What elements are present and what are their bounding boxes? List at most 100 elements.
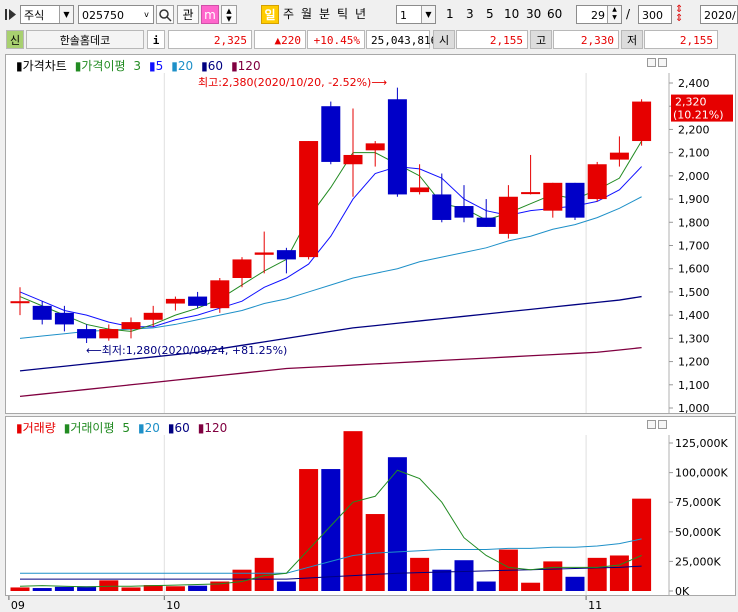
quick-interval-10[interactable]: 10 <box>504 5 520 24</box>
candle-down <box>188 296 208 306</box>
chart-menu-icon[interactable] <box>4 5 18 24</box>
volume-bar-down <box>32 588 52 591</box>
y-tick-label: 1,700 <box>678 240 710 253</box>
volume-chart-panel[interactable]: ▮거래량 ▮거래이평 5 ▮20 ▮60 ▮120 125,000K 100,000K 75… <box>5 416 736 596</box>
volume-bar-up <box>121 587 141 591</box>
low-note: ⟵최저:1,280(2020/09/24, +81.25%) <box>86 344 287 357</box>
candle-down <box>321 106 341 162</box>
y-tick-label: 1,800 <box>678 216 710 229</box>
updown-stepper[interactable]: ▲ ▼ <box>221 5 237 24</box>
quick-interval-3[interactable]: 3 <box>466 5 476 24</box>
high-price: 2,330 <box>553 30 619 49</box>
candle-down <box>387 99 407 195</box>
candle-up <box>232 259 252 278</box>
y-tick-label: 1,500 <box>678 286 710 299</box>
info-button[interactable]: i <box>147 30 165 49</box>
count-value: 29 <box>591 9 605 22</box>
last-price-label: 2,320 <box>675 96 707 109</box>
y-tick-label: 75,000K <box>675 496 721 509</box>
y-tick-label: 100,000K <box>675 467 728 480</box>
volume-bar-down <box>188 585 208 591</box>
quick-interval-60[interactable]: 60 <box>547 5 563 24</box>
change-percent: +10.45% <box>307 30 365 49</box>
interval-value: 1 <box>400 9 407 22</box>
date-input[interactable]: 2020/ <box>700 5 738 24</box>
volume-bar-down <box>565 576 585 591</box>
tab-month[interactable]: 월 <box>301 5 315 24</box>
market-select-value: 주식 <box>24 9 45 22</box>
volume-bar-up <box>299 469 319 591</box>
candle-up <box>365 143 385 151</box>
volume-bar-up <box>521 582 541 591</box>
tab-minute[interactable]: 분 <box>319 5 333 24</box>
search-button[interactable] <box>156 5 174 24</box>
y-tick-label: 125,000K <box>675 437 728 450</box>
candle-up <box>609 152 629 160</box>
volume-bar-down <box>276 581 296 591</box>
quick-interval-5[interactable]: 5 <box>486 5 496 24</box>
info-bar: 신 한솔홈데코 i 2,325 ▲220 +10.45% 25,043,816 … <box>0 30 738 50</box>
y-tick-label: 1,600 <box>678 263 710 276</box>
date-value: 2020/ <box>704 9 736 22</box>
market-select[interactable]: 주식 ▼ <box>20 5 74 24</box>
x-axis: 09 10 11 <box>8 596 602 612</box>
volume-bar-up <box>587 557 607 591</box>
price-change: ▲220 <box>254 30 306 49</box>
volume-bar-up <box>10 587 30 591</box>
volume-bar-down <box>432 569 452 591</box>
x-tick-label: 11 <box>588 599 602 612</box>
tab-day[interactable]: 일 <box>261 5 279 24</box>
ma20-line <box>19 196 642 339</box>
toolbar: 주식 ▼ 025750 v 관 m ▲ ▼ 일 주 월 분 틱 년 1 ▼ 1 3… <box>0 0 738 31</box>
quick-interval-1[interactable]: 1 <box>446 5 456 24</box>
candle-up <box>543 182 563 211</box>
volume-bar-down <box>321 469 341 591</box>
candle-up <box>10 301 30 304</box>
volume-bar-up <box>632 498 652 591</box>
candle-down <box>565 182 585 218</box>
y-tick-label: 1,200 <box>678 356 710 369</box>
y-tick-label: 1,900 <box>678 193 710 206</box>
favorite-button[interactable]: 관 <box>177 5 199 24</box>
candle-up <box>632 101 652 142</box>
volume-bar-down <box>54 586 74 591</box>
market-flag: 신 <box>6 30 24 49</box>
y-tick-label: 2,200 <box>678 123 710 136</box>
total-input[interactable]: 300 <box>638 5 672 24</box>
split-icon[interactable]: ⇕ ⇕ <box>675 5 689 24</box>
quick-interval-30[interactable]: 30 <box>526 5 542 24</box>
stock-code-value: 025750 <box>82 9 124 22</box>
interval-select[interactable]: 1 ▼ <box>396 5 436 24</box>
candle-up <box>587 164 607 200</box>
volume-bar-up <box>609 555 629 591</box>
trade-volume: 25,043,816 <box>366 30 437 49</box>
low-price: 2,155 <box>644 30 718 49</box>
stock-code-input[interactable]: 025750 v <box>78 5 154 24</box>
volume-bar-up <box>99 580 119 591</box>
count-input[interactable]: 29 ▲ ▼ <box>576 5 622 24</box>
y-tick-label: 2,400 <box>678 77 710 90</box>
search-icon <box>159 9 172 22</box>
tab-tick[interactable]: 틱 <box>337 5 351 24</box>
y-tick-label: 2,100 <box>678 147 710 160</box>
y-tick-label: 1,000 <box>678 402 710 413</box>
volume-bar-up <box>410 557 430 591</box>
x-tick-label: 10 <box>166 599 180 612</box>
volume-bar-down <box>454 560 474 591</box>
y-tick-label: 50,000K <box>675 526 721 539</box>
chevron-down-icon: ▼ <box>59 6 73 23</box>
candle-up <box>210 280 230 309</box>
price-chart-panel[interactable]: ▮가격차트▮가격이평 3▮5▮20▮60▮120 2,4002,3002,200… <box>5 54 736 414</box>
chevron-down-icon: v <box>140 6 153 23</box>
candle-down <box>454 206 474 218</box>
candle-down <box>54 312 74 325</box>
candle-down <box>32 305 52 320</box>
low-label: 저 <box>621 30 643 49</box>
stock-name: 한솔홈데코 <box>26 30 144 49</box>
candle-down <box>77 329 97 339</box>
m-button[interactable]: m <box>201 5 219 24</box>
high-note: 최고:2,380(2020/10/20, -2.52%)⟶ <box>198 76 387 89</box>
tab-week[interactable]: 주 <box>283 5 297 24</box>
tab-year[interactable]: 년 <box>355 5 369 24</box>
chevron-down-icon: ▼ <box>421 6 435 23</box>
